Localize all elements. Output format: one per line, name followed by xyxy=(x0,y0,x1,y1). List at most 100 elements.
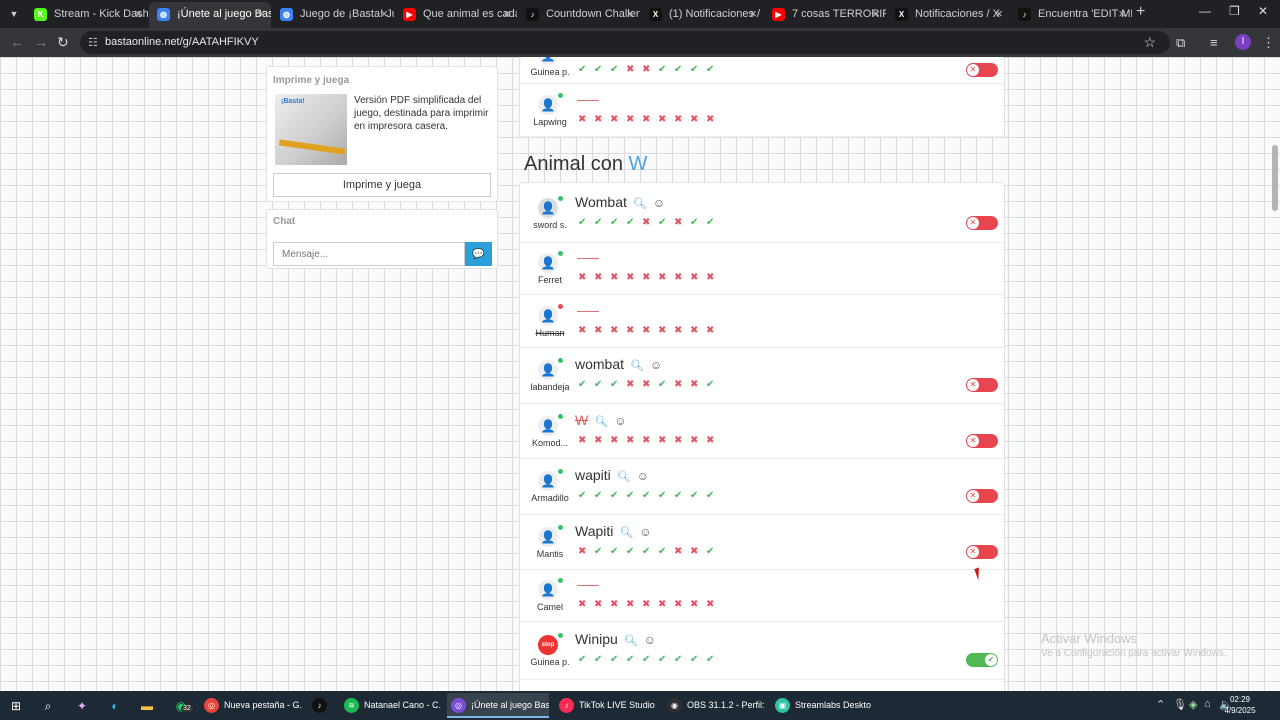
close-window-icon[interactable]: ✕ xyxy=(1258,4,1268,18)
forward-icon[interactable]: → xyxy=(34,34,48,50)
profile-avatar[interactable]: I xyxy=(1235,34,1251,50)
vote-toggle[interactable]: ✕ xyxy=(966,378,998,392)
browser-tab[interactable]: ♪Countdown Challenge× xyxy=(518,2,640,28)
copilot-icon[interactable]: ✦ xyxy=(73,697,91,715)
vote-toggle[interactable]: ✕ xyxy=(966,216,998,230)
vote-toggle[interactable]: ✕ xyxy=(966,433,998,448)
browser-tab[interactable]: X (1) Notificaciones / X × xyxy=(641,2,763,28)
restore-icon[interactable]: ❐ xyxy=(1229,4,1240,18)
tab-close-icon[interactable]: × xyxy=(257,2,265,26)
vote-invalid-icon: ✖ xyxy=(706,599,715,610)
vote-toggle[interactable]: ✕ xyxy=(966,544,998,559)
empty-answer-dash xyxy=(577,585,599,586)
search-answer-icon[interactable]: 🔍︎ xyxy=(617,470,631,483)
browser-tab[interactable]: ◍¡Únete al juego Basta!× xyxy=(149,2,271,28)
reload-icon[interactable]: ↻ xyxy=(57,34,69,51)
streamlabs-icon: ▣ xyxy=(775,698,790,713)
react-emoji-icon[interactable]: ☺ xyxy=(614,414,626,428)
vote-toggle[interactable]: ✔ xyxy=(966,653,998,667)
react-emoji-icon[interactable]: ☺ xyxy=(637,469,649,483)
browser-tab[interactable]: ♪Encuentra 'EDIT MESSI'× xyxy=(1010,2,1132,28)
vote-valid-icon: ✔ xyxy=(626,217,635,228)
search-answer-icon[interactable]: 🔍︎ xyxy=(630,359,644,372)
chat-bubble-icon: 💬 xyxy=(472,248,485,260)
vote-toggle[interactable]: ✕ xyxy=(966,489,998,503)
taskbar-app-button[interactable]: ≋ Natanael Cano - C... xyxy=(340,693,441,718)
address-bar[interactable]: ☷ bastaonline.net/g/AATAHFIKVY ☆ xyxy=(80,31,1170,54)
tab-close-icon[interactable]: × xyxy=(380,2,388,26)
x-icon: ✕ xyxy=(967,217,979,229)
new-tab-button[interactable]: + xyxy=(1136,3,1145,21)
vote-valid-icon: ✔ xyxy=(610,379,619,390)
online-status-dot xyxy=(558,524,563,530)
browser-tab[interactable]: X Notificaciones / X × xyxy=(887,2,1009,28)
print-thumbnail: ¡Basta! xyxy=(275,94,347,165)
x-icon: ✕ xyxy=(967,545,979,558)
react-emoji-icon[interactable]: ☺ xyxy=(653,196,665,210)
edge-icon[interactable]: ◐ xyxy=(106,697,124,715)
react-emoji-icon[interactable]: ☺ xyxy=(644,633,656,647)
vote-invalid-icon: ✖ xyxy=(578,272,587,283)
vote-invalid-icon: ✖ xyxy=(610,324,619,336)
microphone-icon[interactable]: 🎙 xyxy=(1173,698,1187,711)
menu-dots-icon[interactable]: ⋮ xyxy=(1262,35,1275,51)
tab-close-icon[interactable]: × xyxy=(872,2,880,26)
tab-close-icon[interactable]: × xyxy=(1118,2,1126,26)
search-answer-icon[interactable]: 🔍︎ xyxy=(594,415,608,428)
extensions-icon[interactable]: ⧉ xyxy=(1176,35,1185,51)
scrollbar-thumb[interactable] xyxy=(1272,145,1278,211)
bookmark-star-icon[interactable]: ☆ xyxy=(1143,34,1156,51)
chat-send-button[interactable]: 💬 xyxy=(465,242,492,266)
tab-close-icon[interactable]: × xyxy=(749,2,757,26)
back-icon[interactable]: ← xyxy=(10,34,24,50)
x-icon: ✕ xyxy=(967,63,979,76)
browser-tab[interactable]: ▶Que animal es cada...× xyxy=(395,2,517,28)
vote-valid-icon: ✔ xyxy=(610,63,619,75)
print-and-play-button[interactable]: Imprime y juega xyxy=(273,173,491,197)
react-emoji-icon[interactable]: ☺ xyxy=(639,525,651,539)
file-explorer-icon[interactable]: ▬ xyxy=(138,697,156,715)
globe-icon: ◍ xyxy=(280,8,293,21)
browser-tab[interactable]: KStream - Kick Dashboard× xyxy=(26,2,148,28)
windows-taskbar: ⊞ ⌕ ✦ ◐ ▬ ◉ 32 ◎ Nueva pestaña - G... ♪ ≋ Na… xyxy=(0,691,1280,720)
taskbar-app-button[interactable]: ♪ xyxy=(308,693,334,718)
taskbar-app-button[interactable]: ◉ OBS 31.1.2 - Perfil:... xyxy=(663,693,765,718)
search-answer-icon[interactable]: 🔍︎ xyxy=(633,197,647,210)
user-avatar-icon: 👤 xyxy=(538,526,558,547)
taskbar-app-button[interactable]: ◎ ¡Únete al juego Bas... xyxy=(447,693,549,718)
player-answer-row: 👤 Mantis Wapiti 🔍︎ ☺ ✖ ✔ ✔ ✔ ✔ ✔ ✖ ✖ ✔ ✕ xyxy=(520,515,1004,570)
minimize-icon[interactable]: — xyxy=(1199,4,1211,18)
browser-tab[interactable]: ◍Juego de ¡Basta! Juega× xyxy=(272,2,394,28)
online-status-dot xyxy=(558,196,563,201)
tab-close-icon[interactable]: × xyxy=(626,2,634,26)
tab-close-icon[interactable]: × xyxy=(995,2,1003,26)
react-emoji-icon[interactable]: ☺ xyxy=(650,358,662,372)
tiktok-live-icon: ♪ xyxy=(559,698,574,713)
system-clock[interactable]: 02:29 4/9/2025 xyxy=(1210,694,1270,716)
taskbar-app-button[interactable]: ▣ Streamlabs Desktop xyxy=(771,693,871,718)
tab-close-icon[interactable]: × xyxy=(503,2,511,26)
taskbar-app-button[interactable]: ◎ Nueva pestaña - G... xyxy=(200,693,302,718)
vote-invalid-icon: ✖ xyxy=(594,272,603,283)
search-answer-icon[interactable]: 🔍︎ xyxy=(624,634,638,647)
tab-close-icon[interactable]: × xyxy=(134,2,142,26)
chat-message-input[interactable] xyxy=(273,242,465,266)
vote-invalid-icon: ✖ xyxy=(690,599,699,610)
vote-valid-icon: ✔ xyxy=(706,379,715,390)
browser-tab[interactable]: ▶7 cosas TERRORIFICAS× xyxy=(764,2,886,28)
taskbar-app-button[interactable]: ♪ TikTok LIVE Studio xyxy=(555,693,657,718)
windows-start-icon[interactable]: ⊞ xyxy=(7,697,25,715)
online-status-dot xyxy=(558,358,563,363)
answer-text: W xyxy=(575,411,589,428)
page-scrollbar[interactable] xyxy=(1272,61,1278,687)
vote-invalid-icon: ✖ xyxy=(706,113,715,125)
tray-chevron-icon[interactable]: ⌃ xyxy=(1156,698,1165,711)
media-controls-icon[interactable]: ≡ xyxy=(1210,35,1218,50)
tab-search-icon[interactable]: ▼ xyxy=(4,4,24,24)
search-icon[interactable]: ⌕ xyxy=(39,697,57,715)
app-tray-icon[interactable]: ◈ xyxy=(1189,698,1197,711)
url-text[interactable]: bastaonline.net/g/AATAHFIKVY xyxy=(105,36,259,48)
site-info-icon[interactable]: ☷ xyxy=(88,36,98,49)
vote-toggle[interactable]: ✕ xyxy=(966,62,998,77)
search-answer-icon[interactable]: 🔍︎ xyxy=(619,526,633,539)
